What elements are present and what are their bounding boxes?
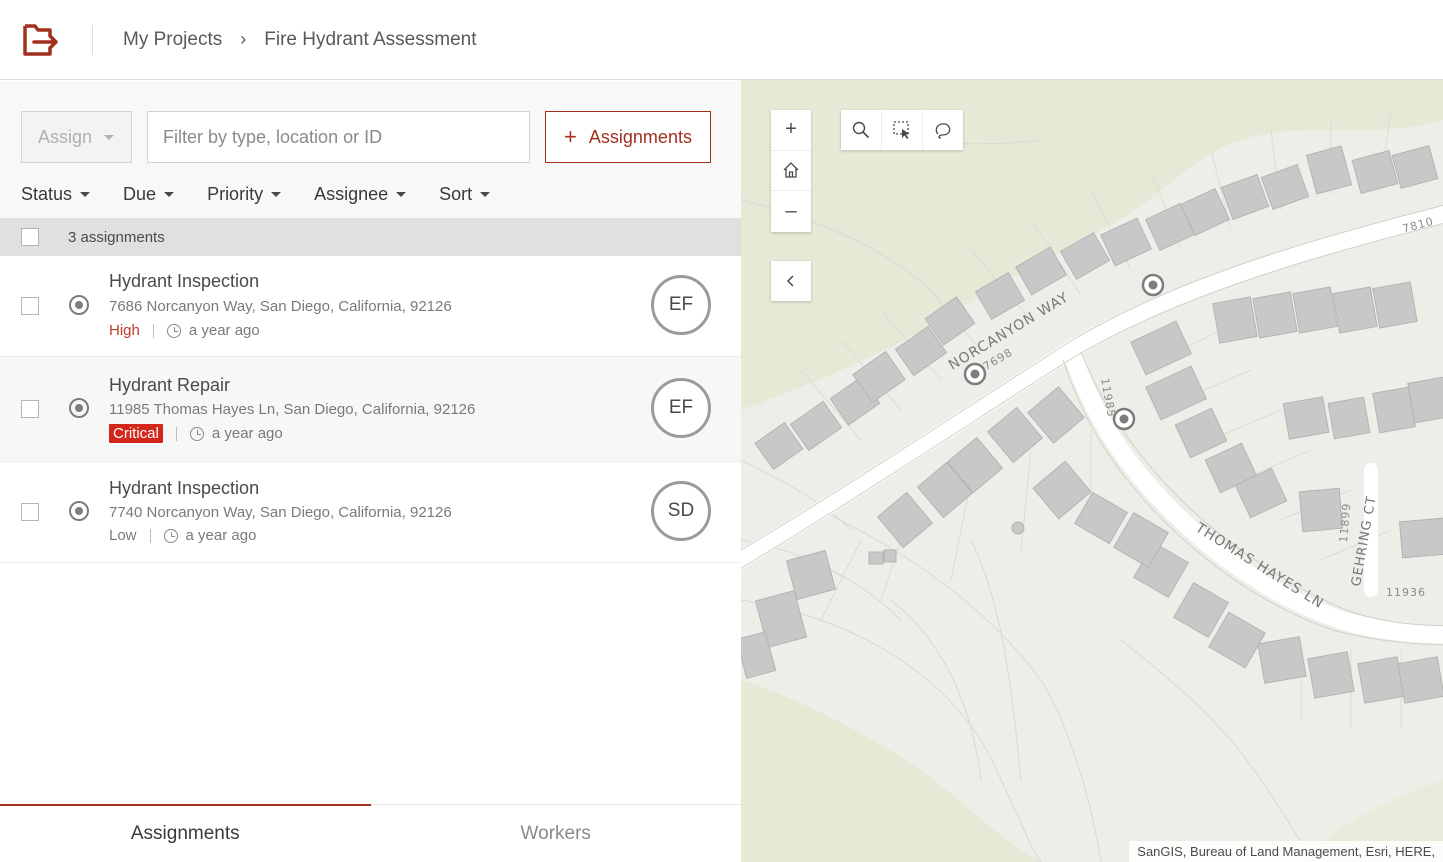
assignments-panel: Assign + Assignments Status Due Priority… — [0, 81, 741, 862]
filter-label: Sort — [439, 184, 473, 204]
assignment-list: Hydrant Inspection 7686 Norcanyon Way, S… — [0, 256, 741, 563]
select-button[interactable] — [882, 110, 923, 150]
row-checkbox[interactable] — [21, 297, 39, 315]
chevron-down-icon — [80, 192, 91, 197]
header-divider — [92, 24, 93, 55]
search-icon — [852, 121, 870, 139]
due-time: a year ago — [185, 527, 257, 544]
assignment-title: Hydrant Repair — [109, 375, 231, 395]
workforce-logo-icon — [23, 23, 58, 56]
chevron-down-icon — [164, 192, 175, 197]
assignee-avatar[interactable]: SD — [651, 481, 711, 541]
priority-label: Low — [109, 527, 137, 544]
assignment-row[interactable]: Hydrant Inspection 7686 Norcanyon Way, S… — [0, 256, 741, 357]
assignee-avatar[interactable]: EF — [651, 378, 711, 438]
basemap — [741, 80, 1443, 862]
assignment-title: Hydrant Inspection — [109, 271, 260, 291]
app-header: My Projects › Fire Hydrant Assessment — [0, 0, 1443, 80]
assignee-avatar[interactable]: EF — [651, 275, 711, 335]
filter-label: Priority — [207, 184, 264, 204]
meta-divider — [149, 528, 151, 543]
location-pin-icon[interactable] — [69, 398, 89, 418]
filter-label: Assignee — [314, 184, 389, 204]
selection-bar: 3 assignments — [0, 218, 741, 256]
breadcrumb-separator-icon: › — [240, 29, 247, 49]
assignment-address: 7740 Norcanyon Way, San Diego, Californi… — [109, 504, 452, 521]
chevron-down-icon — [271, 192, 282, 197]
search-button[interactable] — [841, 110, 882, 150]
chevron-left-icon — [786, 275, 794, 287]
priority-label: High — [109, 322, 140, 339]
filter-label: Status — [21, 184, 73, 204]
map-toolset — [841, 110, 963, 150]
assignment-meta: Low a year ago — [109, 527, 256, 544]
assignment-count: 3 assignments — [68, 228, 165, 246]
assign-dropdown-label: Assign — [38, 126, 93, 147]
row-checkbox[interactable] — [21, 503, 39, 521]
app-logo[interactable] — [0, 0, 92, 80]
chevron-down-icon — [480, 192, 491, 197]
panel-tabs: Assignments Workers — [0, 804, 741, 862]
chevron-down-icon — [104, 134, 115, 140]
home-icon — [783, 162, 799, 179]
assignment-row[interactable]: Hydrant Inspection 7740 Norcanyon Way, S… — [0, 462, 741, 563]
filter-status[interactable]: Status — [21, 184, 91, 205]
filter-sort[interactable]: Sort — [439, 184, 491, 205]
house-number: 11936 — [1386, 586, 1426, 599]
filter-due[interactable]: Due — [123, 184, 175, 205]
meta-divider — [175, 426, 177, 441]
filter-bar: Status Due Priority Assignee Sort — [21, 184, 523, 205]
breadcrumb-my-projects[interactable]: My Projects — [123, 29, 222, 51]
assignment-title: Hydrant Inspection — [109, 478, 260, 498]
lasso-button[interactable] — [923, 110, 963, 150]
filter-input[interactable] — [147, 111, 530, 163]
zoom-out-button[interactable]: – — [771, 191, 811, 232]
tab-assignments[interactable]: Assignments — [0, 804, 371, 862]
location-pin-icon[interactable] — [69, 295, 89, 315]
assign-dropdown[interactable]: Assign — [21, 111, 132, 163]
assignment-meta: Critical a year ago — [109, 424, 283, 443]
assignment-meta: High a year ago — [109, 322, 260, 339]
meta-divider — [152, 323, 154, 338]
due-time: a year ago — [211, 425, 283, 442]
clock-icon — [189, 426, 204, 441]
row-checkbox[interactable] — [21, 400, 39, 418]
filter-label: Due — [123, 184, 157, 204]
map-view[interactable]: NORCANYON WAY THOMAS HAYES LN GEHRING CT… — [741, 80, 1443, 862]
clock-icon — [166, 323, 181, 338]
filter-priority[interactable]: Priority — [207, 184, 282, 205]
collapse-panel-button[interactable] — [771, 261, 811, 301]
clock-icon — [163, 528, 178, 543]
tab-workers[interactable]: Workers — [371, 805, 742, 862]
filter-assignee[interactable]: Assignee — [314, 184, 407, 205]
location-pin-icon[interactable] — [69, 501, 89, 521]
add-assignments-label: Assignments — [588, 126, 692, 147]
due-time: a year ago — [188, 322, 260, 339]
zoom-controls: + – — [771, 110, 811, 232]
priority-badge: Critical — [109, 424, 163, 443]
assignment-address: 7686 Norcanyon Way, San Diego, Californi… — [109, 298, 452, 315]
assignment-row[interactable]: Hydrant Repair 11985 Thomas Hayes Ln, Sa… — [0, 357, 741, 462]
home-button[interactable] — [771, 151, 811, 192]
rectangle-select-icon — [893, 121, 910, 139]
select-all-checkbox[interactable] — [21, 228, 39, 246]
zoom-in-button[interactable]: + — [771, 110, 811, 151]
assignment-address: 11985 Thomas Hayes Ln, San Diego, Califo… — [109, 401, 476, 418]
map-attribution[interactable]: SanGIS, Bureau of Land Management, Esri,… — [1129, 841, 1443, 862]
chevron-down-icon — [396, 192, 407, 197]
add-assignments-button[interactable]: + Assignments — [545, 111, 711, 163]
lasso-icon — [935, 123, 951, 139]
breadcrumb-project: Fire Hydrant Assessment — [264, 28, 477, 50]
plus-icon: + — [564, 124, 577, 149]
assignments-toolbar: Assign + Assignments Status Due Priority… — [0, 81, 741, 218]
